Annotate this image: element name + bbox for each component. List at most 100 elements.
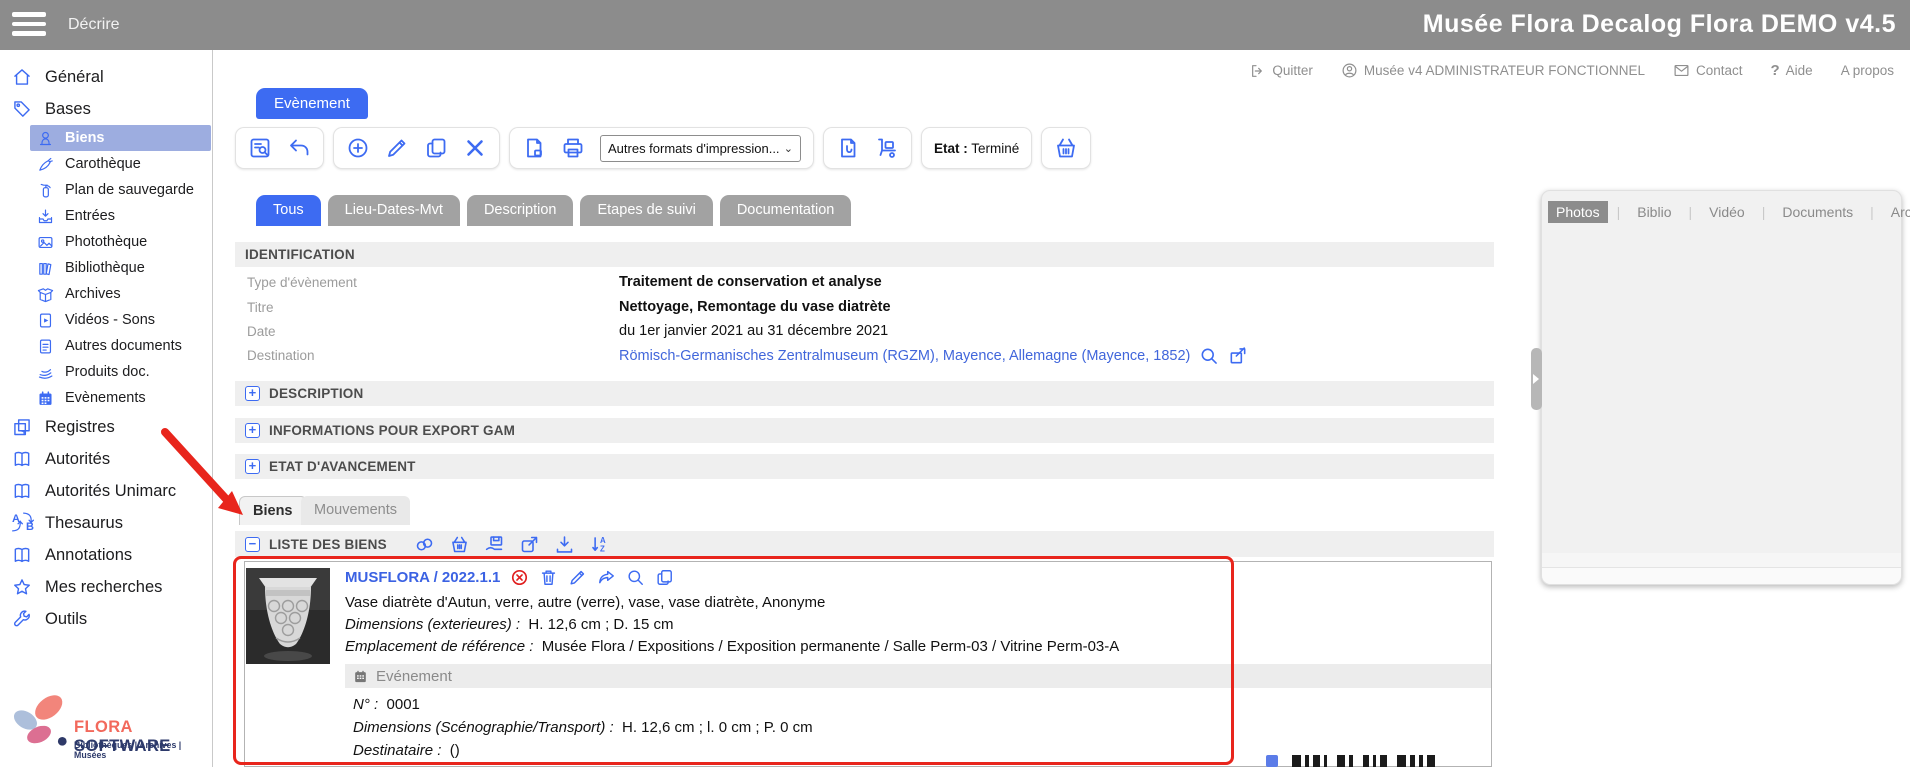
add-icon[interactable] — [346, 136, 370, 160]
sort-az-icon[interactable]: AZ — [589, 534, 610, 555]
media-tab-photos[interactable]: Photos — [1548, 201, 1608, 223]
sidebar-item-produits-doc[interactable]: Produits doc. — [30, 359, 212, 385]
sidebar-item-outils[interactable]: Outils — [0, 603, 212, 635]
description-section-header[interactable]: + DESCRIPTION — [235, 381, 1494, 406]
panel-collapse-handle[interactable] — [1531, 348, 1542, 410]
toolbar-group-basket — [1041, 127, 1091, 169]
media-tab-documents[interactable]: Documents — [1774, 201, 1861, 223]
open-book-icon — [12, 481, 32, 501]
item-description: Vase diatrète d'Autun, verre, autre (ver… — [345, 594, 825, 611]
toolbar-group-etat: Etat : Terminé — [921, 127, 1032, 169]
record-tabs: Tous Lieu-Dates-Mvt Description Etapes d… — [256, 195, 851, 226]
tab-description[interactable]: Description — [467, 195, 574, 226]
sidebar-item-mes-recherches[interactable]: Mes recherches — [0, 571, 212, 603]
expand-plus-icon[interactable]: + — [245, 459, 260, 474]
liste-des-biens-header[interactable]: − LISTE DES BIENS AZ — [235, 531, 1494, 557]
link-icon[interactable] — [414, 534, 435, 555]
expand-plus-icon[interactable]: + — [245, 423, 260, 438]
undo-icon[interactable] — [287, 136, 311, 160]
avancement-section-header[interactable]: + ETAT D'AVANCEMENT — [235, 454, 1494, 479]
sidebar-item-phototheque[interactable]: Photothèque — [30, 229, 212, 255]
search-icon[interactable] — [1199, 346, 1219, 366]
item-thumbnail-vase[interactable] — [246, 568, 330, 664]
sidebar-item-evenements[interactable]: Evènements — [30, 385, 212, 411]
result-list-icon[interactable] — [248, 136, 272, 160]
tab-documentation[interactable]: Documentation — [720, 195, 852, 226]
sidebar-item-autres-documents[interactable]: Autres documents — [30, 333, 212, 359]
tab-tous[interactable]: Tous — [256, 195, 321, 226]
media-tab-biblio[interactable]: Biblio — [1629, 201, 1679, 223]
item-dimensions2-row: Dimensions (Scénographie/Transport) : H.… — [353, 719, 813, 736]
sidebar-item-bibliotheque[interactable]: Bibliothèque — [30, 255, 212, 281]
sidebar-item-autorites-unimarc[interactable]: Autorités Unimarc — [0, 475, 212, 507]
sidebar-item-registres[interactable]: Registres — [0, 411, 212, 443]
media-panel-tabs: Photos | Biblio | Vidéo | Documents | Ar… — [1548, 201, 1910, 223]
sidebar-item-videos-sons[interactable]: Vidéos - Sons — [30, 307, 212, 333]
expand-plus-icon[interactable]: + — [245, 386, 260, 401]
field-label: Destination — [247, 348, 315, 363]
media-panel-footer-strip — [1542, 553, 1901, 567]
subtab-mouvements[interactable]: Mouvements — [301, 496, 410, 525]
basket-icon[interactable] — [449, 534, 470, 555]
user-menu[interactable]: Musée v4 ADMINISTRATEUR FONCTIONNEL — [1341, 62, 1645, 79]
field-label: Type d'évènement — [247, 275, 357, 290]
edit-pencil-icon[interactable] — [385, 136, 409, 160]
share-forward-icon[interactable] — [597, 568, 616, 587]
attach-file-icon[interactable] — [836, 136, 860, 160]
media-tab-archives[interactable]: Archives — [1883, 201, 1910, 223]
calendar-icon — [353, 669, 368, 684]
sidebar-item-carotheque[interactable]: Carothèque — [30, 151, 212, 177]
clipped-blue-icon — [1266, 755, 1278, 767]
aide-link[interactable]: ? Aide — [1771, 62, 1813, 79]
sidebar-item-archives[interactable]: Archives — [30, 281, 212, 307]
sidebar-item-autorites[interactable]: Autorités — [0, 443, 212, 475]
edit-pencil-icon[interactable] — [568, 568, 587, 587]
download-icon[interactable] — [554, 534, 575, 555]
search-icon[interactable] — [626, 568, 645, 587]
destination-link-row: Römisch-Germanisches Zentralmuseum (RGZM… — [619, 346, 1248, 366]
liste-biens-actions: AZ — [414, 534, 610, 555]
sidebar-item-general[interactable]: Général — [0, 61, 212, 93]
media-tab-video[interactable]: Vidéo — [1701, 201, 1753, 223]
trolley-icon[interactable] — [875, 136, 899, 160]
export-gam-section-header[interactable]: + INFORMATIONS POUR EXPORT GAM — [235, 418, 1494, 443]
etat-status: Etat : Terminé — [934, 141, 1019, 156]
trash-icon[interactable] — [539, 568, 558, 587]
delete-x-icon[interactable] — [463, 136, 487, 160]
item-ref-link[interactable]: MUSFLORA / 2022.1.1 — [345, 569, 500, 586]
tab-etapes-de-suivi[interactable]: Etapes de suivi — [580, 195, 712, 226]
contact-link[interactable]: Contact — [1673, 62, 1743, 79]
user-icon — [1341, 62, 1358, 79]
identification-header[interactable]: IDENTIFICATION — [235, 242, 1494, 267]
sidebar-item-plan-sauvegarde[interactable]: Plan de sauvegarde — [30, 177, 212, 203]
registers-icon — [12, 417, 32, 437]
destination-link[interactable]: Römisch-Germanisches Zentralmuseum (RGZM… — [619, 348, 1190, 364]
sidebar-item-annotations[interactable]: Annotations — [0, 539, 212, 571]
print-formats-select[interactable]: Autres formats d'impression... ⌄ — [600, 135, 801, 162]
quitter-link[interactable]: Quitter — [1250, 63, 1313, 79]
toolbar-group-attach — [823, 127, 912, 169]
open-in-window-icon[interactable] — [1228, 346, 1248, 366]
basket-icon[interactable] — [1054, 136, 1078, 160]
tab-lieu-dates-mvt[interactable]: Lieu-Dates-Mvt — [328, 195, 460, 226]
open-box-icon — [37, 286, 54, 303]
duplicate-icon[interactable] — [655, 568, 674, 587]
printer-icon[interactable] — [561, 136, 585, 160]
subtab-biens[interactable]: Biens — [239, 496, 307, 525]
inbox-icon — [37, 208, 54, 225]
record-type-chip[interactable]: Evènement — [256, 88, 368, 119]
print-file-icon[interactable] — [522, 136, 546, 160]
field-label: Titre — [247, 300, 274, 315]
remove-circle-icon[interactable] — [510, 568, 529, 587]
hamburger-menu-icon[interactable] — [12, 12, 46, 38]
collapse-minus-icon[interactable]: − — [245, 537, 260, 552]
core-sample-icon — [37, 156, 54, 173]
sidebar-item-entrees[interactable]: Entrées — [30, 203, 212, 229]
sidebar-item-thesaurus[interactable]: A ⤵⤴ B Thesaurus — [0, 507, 212, 539]
external-link-icon[interactable] — [519, 534, 540, 555]
duplicate-icon[interactable] — [424, 136, 448, 160]
sidebar-item-biens[interactable]: Biens — [30, 125, 211, 151]
save-disk-hand-icon[interactable] — [484, 534, 505, 555]
apropos-link[interactable]: A propos — [1841, 63, 1894, 78]
sidebar-item-bases[interactable]: Bases — [0, 93, 212, 125]
